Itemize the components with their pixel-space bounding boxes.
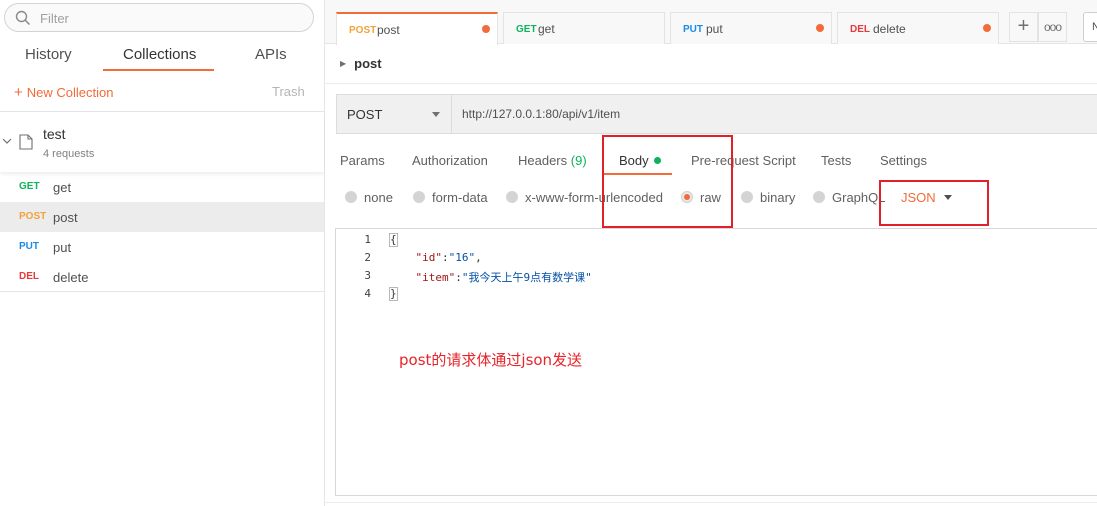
sidebar-request-put[interactable]: PUT put <box>0 232 324 262</box>
request-name: put <box>53 240 72 255</box>
radio-label: form-data <box>432 190 488 205</box>
plus-icon: + <box>14 84 23 101</box>
tab-tests[interactable]: Tests <box>821 153 851 168</box>
sidebar-request-delete[interactable]: DEL delete <box>0 262 324 292</box>
close-brace: } <box>389 287 398 301</box>
line-number: 1 <box>364 233 371 246</box>
highlight-box-body-raw <box>602 135 733 228</box>
tab-apis[interactable]: APIs <box>255 46 287 63</box>
body-type-graphql-radio[interactable]: GraphQL <box>813 190 885 205</box>
new-collection-label: New Collection <box>26 85 114 100</box>
radio-circle <box>506 191 518 203</box>
code-line-1: { <box>389 233 398 247</box>
code-line-2: "id":"16", <box>415 251 482 264</box>
request-tab-put[interactable]: PUT put <box>670 12 832 44</box>
tab-title: put <box>706 22 723 36</box>
request-tab-post[interactable]: POST post <box>336 12 498 45</box>
highlight-box-json <box>879 180 989 226</box>
headers-count: (9) <box>570 153 587 168</box>
json-value-id: "16" <box>448 251 476 264</box>
divider <box>325 83 1097 84</box>
method-badge: DEL <box>850 24 870 35</box>
sidebar-request-post[interactable]: POST post <box>0 202 324 232</box>
chevron-down-icon[interactable] <box>2 136 12 146</box>
request-name: get <box>53 180 72 195</box>
radio-label: GraphQL <box>832 190 886 205</box>
environment-selector[interactable]: N <box>1083 12 1097 42</box>
radio-circle <box>741 191 753 203</box>
request-name: post <box>53 210 78 225</box>
radio-circle <box>813 191 825 203</box>
search-icon <box>15 10 31 26</box>
divider <box>0 291 324 292</box>
caret-right-icon: ▶ <box>340 59 347 68</box>
tab-title: post <box>377 23 400 37</box>
url-input[interactable] <box>451 94 1097 134</box>
line-number: 3 <box>364 269 371 282</box>
http-method-value: POST <box>347 107 383 122</box>
collection-item[interactable]: test 4 requests <box>0 112 324 172</box>
body-type-none-radio[interactable]: none <box>345 190 393 205</box>
collection-name: test <box>43 126 66 142</box>
request-tab-delete[interactable]: DEL delete <box>837 12 999 44</box>
tab-collections[interactable]: Collections <box>123 46 196 63</box>
sidebar-request-get[interactable]: GET get <box>0 172 324 202</box>
request-title: post <box>354 56 382 71</box>
line-number-gutter: 1 2 3 4 <box>336 229 381 495</box>
request-tab-bar: POST post GET get PUT put DEL delete + o… <box>325 0 1097 45</box>
unsaved-dot-icon <box>816 24 824 32</box>
unsaved-dot-icon <box>983 24 991 32</box>
method-badge: POST <box>19 211 47 222</box>
http-method-select[interactable]: POST <box>336 94 451 134</box>
tab-authorization[interactable]: Authorization <box>412 153 488 168</box>
method-badge: DEL <box>19 271 39 282</box>
tab-settings[interactable]: Settings <box>880 153 927 168</box>
radio-label: binary <box>760 190 796 205</box>
headers-label: Headers <box>518 153 568 168</box>
filter-search-box[interactable]: Filter <box>4 3 314 32</box>
sidebar: Filter History Collections APIs + New Col… <box>0 0 325 506</box>
request-breadcrumb[interactable]: ▶ post <box>340 56 382 71</box>
collection-request-count: 4 requests <box>43 148 95 160</box>
trash-link[interactable]: Trash <box>272 84 305 99</box>
tab-title: get <box>538 22 555 36</box>
method-badge: POST <box>349 25 377 36</box>
filter-placeholder: Filter <box>40 11 69 26</box>
radio-circle <box>413 191 425 203</box>
line-number: 4 <box>364 287 371 300</box>
request-name: delete <box>53 270 89 285</box>
open-brace: { <box>389 233 398 247</box>
line-number: 2 <box>364 251 371 264</box>
tab-params[interactable]: Params <box>340 153 385 168</box>
request-workspace: POST post GET get PUT put DEL delete + o… <box>325 0 1097 506</box>
annotation-text: post的请求体通过json发送 <box>399 351 583 369</box>
method-badge: GET <box>19 181 40 192</box>
unsaved-dot-icon <box>482 25 490 33</box>
json-value-item: "我今天上午9点有数学课" <box>461 271 592 284</box>
code-line-4: } <box>389 287 398 301</box>
tab-title: delete <box>873 22 906 36</box>
json-key-id: "id" <box>415 251 443 264</box>
caret-down-icon <box>432 112 440 117</box>
method-badge: GET <box>516 24 537 35</box>
json-key-item: "item" <box>415 271 456 284</box>
method-badge: PUT <box>19 241 39 252</box>
add-tab-button[interactable]: + <box>1009 12 1038 42</box>
tab-headers[interactable]: Headers (9) <box>518 153 587 168</box>
collection-folder-icon <box>19 134 33 150</box>
method-badge: PUT <box>683 24 703 35</box>
request-tab-get[interactable]: GET get <box>503 12 665 44</box>
radio-label: none <box>364 190 393 205</box>
divider <box>325 502 1097 503</box>
code-line-3: "item":"我今天上午9点有数学课" <box>415 271 592 284</box>
body-type-form-data-radio[interactable]: form-data <box>413 190 488 205</box>
new-collection-button[interactable]: + New Collection <box>14 84 113 101</box>
active-tab-indicator <box>103 69 214 71</box>
tab-history[interactable]: History <box>25 46 72 63</box>
more-tabs-icon[interactable]: ooo <box>1038 12 1067 42</box>
radio-circle <box>345 191 357 203</box>
body-type-binary-radio[interactable]: binary <box>741 190 795 205</box>
